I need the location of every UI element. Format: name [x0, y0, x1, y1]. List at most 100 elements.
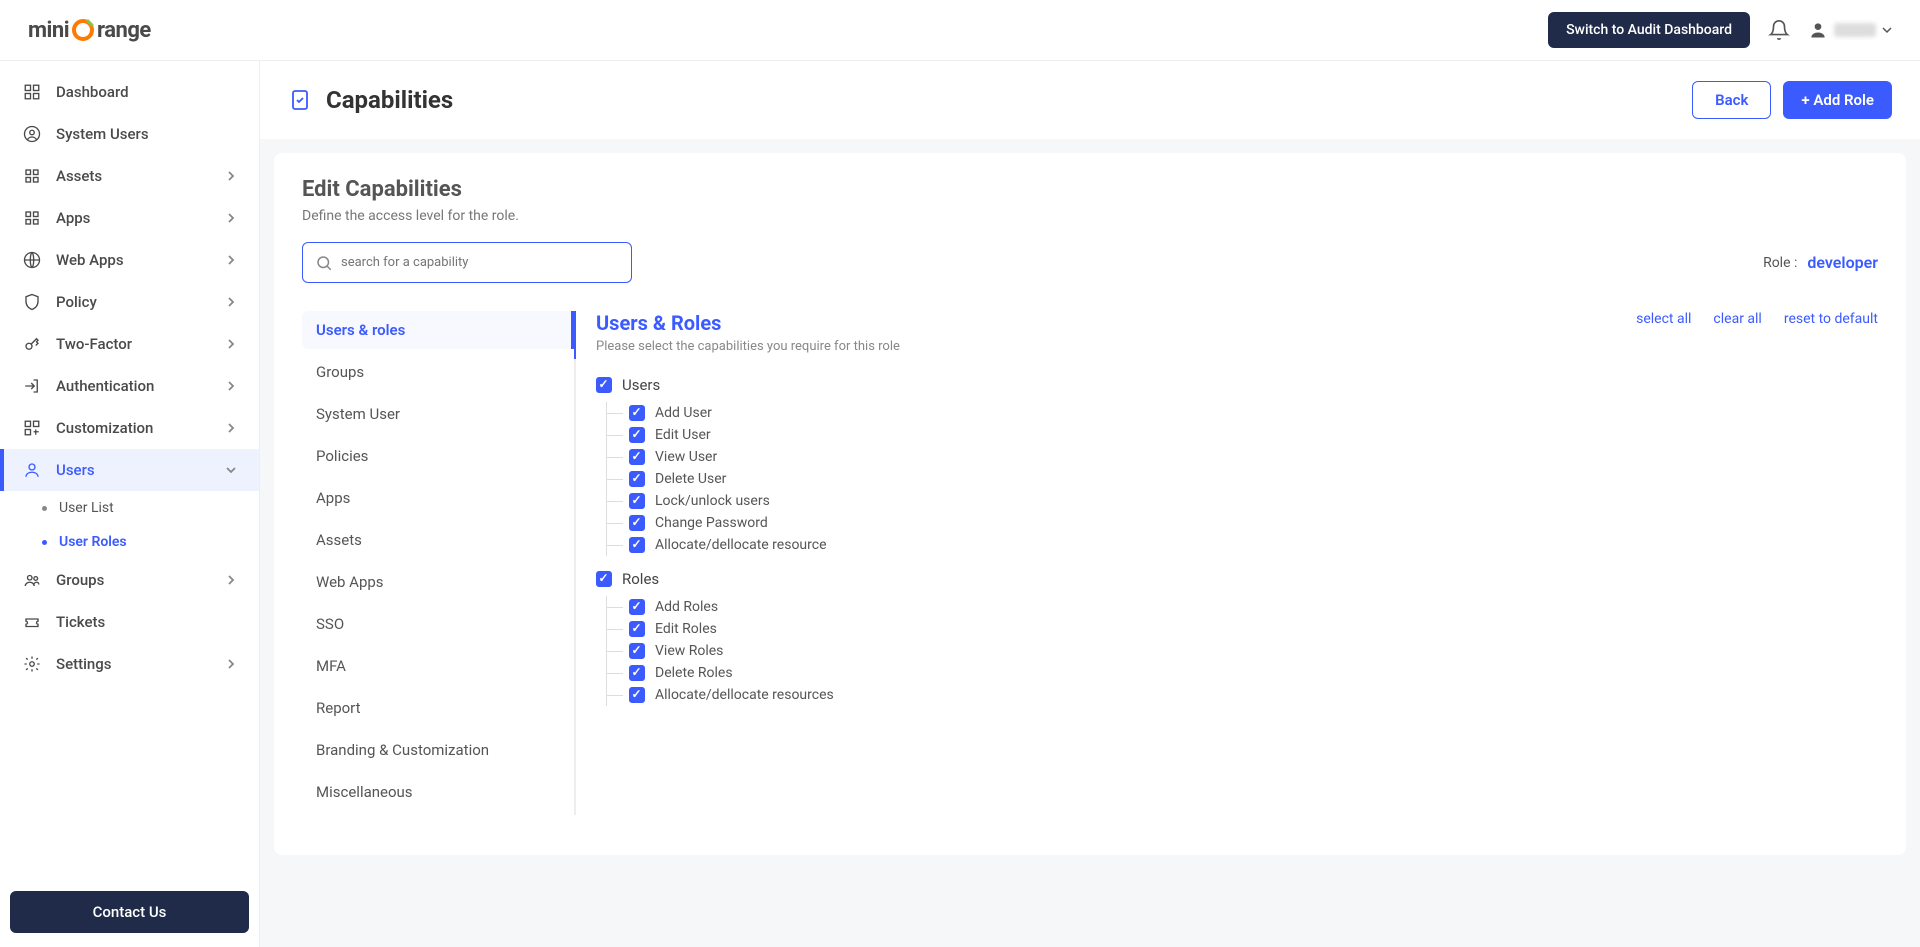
- checkbox-allocate-dellocate-resource[interactable]: [629, 537, 645, 553]
- cap-item[interactable]: Allocate/dellocate resource: [607, 534, 1878, 556]
- sidebar-item-authentication[interactable]: Authentication: [0, 365, 259, 407]
- sidebar-item-policy[interactable]: Policy: [0, 281, 259, 323]
- checkbox-add-user[interactable]: [629, 405, 645, 421]
- checkbox-delete-roles[interactable]: [629, 665, 645, 681]
- cap-item[interactable]: Delete Roles: [607, 662, 1878, 684]
- cap-item[interactable]: Add Roles: [607, 596, 1878, 618]
- category-item-miscellaneous[interactable]: Miscellaneous: [302, 773, 574, 811]
- sidebar-item-dashboard[interactable]: Dashboard: [0, 71, 259, 113]
- chevron-right-icon: [225, 338, 237, 350]
- sidebar: Dashboard System Users Assets Apps Web A…: [0, 61, 260, 947]
- checkbox-users[interactable]: [596, 377, 612, 393]
- checkbox-allocate-dellocate-resources[interactable]: [629, 687, 645, 703]
- cap-item[interactable]: Edit User: [607, 424, 1878, 446]
- chevron-right-icon: [225, 212, 237, 224]
- page-title: Capabilities: [326, 86, 453, 114]
- chevron-right-icon: [225, 170, 237, 182]
- user-name-blurred: [1834, 23, 1876, 37]
- cap-item[interactable]: Edit Roles: [607, 618, 1878, 640]
- sidebar-item-two-factor[interactable]: Two-Factor: [0, 323, 259, 365]
- select-all-button[interactable]: select all: [1636, 311, 1691, 327]
- sidebar-item-label: Two-Factor: [56, 335, 132, 353]
- cap-item-label: Add User: [655, 405, 712, 421]
- add-role-button[interactable]: + Add Role: [1783, 81, 1892, 119]
- notifications-icon[interactable]: [1768, 19, 1790, 41]
- search-box[interactable]: [302, 242, 632, 283]
- category-item-policies[interactable]: Policies: [302, 437, 574, 475]
- category-item-branding-customization[interactable]: Branding & Customization: [302, 731, 574, 769]
- ticket-icon: [22, 613, 42, 631]
- cap-item[interactable]: Change Password: [607, 512, 1878, 534]
- category-item-assets[interactable]: Assets: [302, 521, 574, 559]
- checkbox-change-password[interactable]: [629, 515, 645, 531]
- cap-item[interactable]: Add User: [607, 402, 1878, 424]
- role-name[interactable]: developer: [1807, 253, 1878, 272]
- cap-item[interactable]: Allocate/dellocate resources: [607, 684, 1878, 706]
- cap-item[interactable]: Delete User: [607, 468, 1878, 490]
- cap-item-label: Lock/unlock users: [655, 493, 770, 509]
- category-item-system-user[interactable]: System User: [302, 395, 574, 433]
- cap-item[interactable]: View User: [607, 446, 1878, 468]
- bullet-icon: [42, 506, 47, 511]
- category-item-apps[interactable]: Apps: [302, 479, 574, 517]
- cap-group-roles[interactable]: Roles: [596, 570, 1878, 588]
- sidebar-item-label: Web Apps: [56, 251, 124, 269]
- sidebar-item-apps[interactable]: Apps: [0, 197, 259, 239]
- cap-group-users[interactable]: Users: [596, 376, 1878, 394]
- clipboard-check-icon: [288, 88, 312, 112]
- checkbox-edit-roles[interactable]: [629, 621, 645, 637]
- search-icon: [315, 254, 333, 272]
- checkbox-roles[interactable]: [596, 571, 612, 587]
- groups-icon: [22, 571, 42, 589]
- category-item-report[interactable]: Report: [302, 689, 574, 727]
- logo-text-right: range: [97, 18, 151, 43]
- sidebar-subitem-user-roles[interactable]: User Roles: [0, 525, 259, 559]
- reset-default-button[interactable]: reset to default: [1784, 311, 1878, 327]
- checkbox-add-roles[interactable]: [629, 599, 645, 615]
- checkbox-view-user[interactable]: [629, 449, 645, 465]
- category-item-mfa[interactable]: MFA: [302, 647, 574, 685]
- section-title: Edit Capabilities: [302, 177, 1878, 202]
- back-button[interactable]: Back: [1692, 81, 1771, 119]
- chevron-down-icon: [225, 464, 237, 476]
- logo-o-icon: [70, 17, 96, 43]
- sidebar-item-system-users[interactable]: System Users: [0, 113, 259, 155]
- custom-icon: [22, 419, 42, 437]
- switch-dashboard-button[interactable]: Switch to Audit Dashboard: [1548, 12, 1750, 48]
- sidebar-item-users[interactable]: Users: [0, 449, 259, 491]
- category-item-groups[interactable]: Groups: [302, 353, 574, 391]
- sidebar-item-groups[interactable]: Groups: [0, 559, 259, 601]
- sidebar-item-tickets[interactable]: Tickets: [0, 601, 259, 643]
- checkbox-delete-user[interactable]: [629, 471, 645, 487]
- apps-icon: [22, 209, 42, 227]
- sidebar-subitem-user-list[interactable]: User List: [0, 491, 259, 525]
- category-item-sso[interactable]: SSO: [302, 605, 574, 643]
- user-icon: [22, 461, 42, 479]
- sidebar-item-settings[interactable]: Settings: [0, 643, 259, 685]
- cap-item[interactable]: View Roles: [607, 640, 1878, 662]
- category-item-web-apps[interactable]: Web Apps: [302, 563, 574, 601]
- checkbox-lock-unlock-users[interactable]: [629, 493, 645, 509]
- sidebar-item-web-apps[interactable]: Web Apps: [0, 239, 259, 281]
- sidebar-item-label: Apps: [56, 209, 90, 227]
- contact-us-button[interactable]: Contact Us: [10, 891, 249, 933]
- sidebar-item-assets[interactable]: Assets: [0, 155, 259, 197]
- role-label: Role :: [1763, 255, 1797, 271]
- search-input[interactable]: [333, 247, 619, 278]
- cap-item-label: Delete Roles: [655, 665, 733, 681]
- sidebar-item-label: Authentication: [56, 377, 154, 395]
- cap-item-label: View User: [655, 449, 717, 465]
- logo[interactable]: mini range: [28, 17, 151, 43]
- sidebar-item-customization[interactable]: Customization: [0, 407, 259, 449]
- sidebar-item-label: Customization: [56, 419, 153, 437]
- clear-all-button[interactable]: clear all: [1713, 311, 1761, 327]
- chevron-right-icon: [225, 422, 237, 434]
- key-icon: [22, 335, 42, 353]
- globe-icon: [22, 251, 42, 269]
- category-item-users-roles[interactable]: Users & roles: [302, 311, 574, 349]
- chevron-right-icon: [225, 296, 237, 308]
- user-menu[interactable]: [1808, 20, 1892, 40]
- checkbox-view-roles[interactable]: [629, 643, 645, 659]
- cap-item[interactable]: Lock/unlock users: [607, 490, 1878, 512]
- checkbox-edit-user[interactable]: [629, 427, 645, 443]
